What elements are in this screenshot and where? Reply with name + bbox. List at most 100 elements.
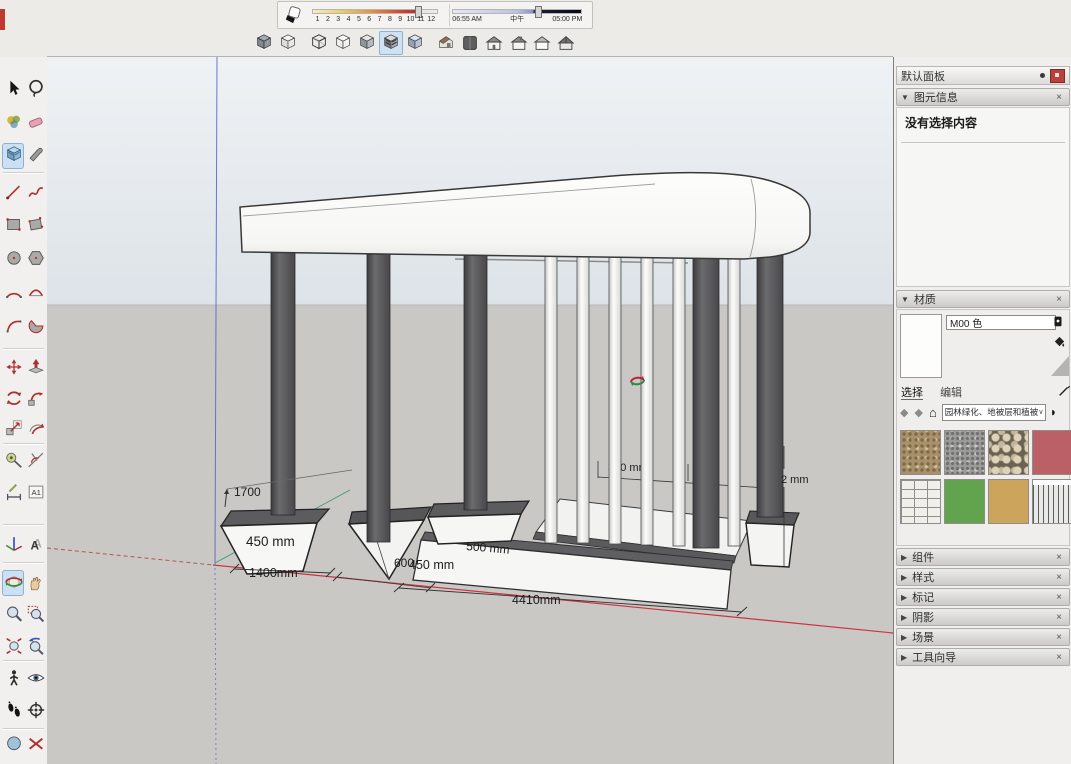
section-header-5[interactable]: ▶场景× [896,628,1070,646]
viewport-canvas[interactable]: 390 mm 1700 [47,57,893,764]
material-swatch-gravel-brown[interactable] [900,430,941,475]
create-material-button[interactable] [1050,314,1066,330]
tab-select[interactable]: 选择 [901,387,923,400]
circle-tool-button[interactable] [2,246,24,272]
3d-text-tool-button[interactable]: AA [24,532,46,558]
default-tray: 默认面板 ▼ 图元信息 × 没有选择内容 ▼ 材质 × [893,57,1071,764]
select-tool-button[interactable] [2,76,24,102]
style-shaded-button[interactable] [355,31,379,55]
axes-tool-button[interactable] [2,532,24,558]
shadow-date-slider[interactable]: 123456789101112 [310,4,441,26]
sample-paint-icon[interactable] [1057,384,1071,398]
look-around-tool-button[interactable] [24,666,46,692]
section-plane-tool-button[interactable] [2,734,24,760]
arc-tool-button[interactable] [2,280,24,306]
section-header-1[interactable]: ▶组件× [896,548,1070,566]
pan-tool-button[interactable] [24,570,46,596]
view-left-button[interactable] [554,31,578,55]
tray-close-button[interactable] [1050,69,1065,83]
edge-artifact-top [0,9,5,30]
paint-bucket-button[interactable] [1051,334,1067,350]
materials-header[interactable]: ▼ 材质 × [896,290,1070,308]
zoom-extents-tool-button[interactable] [2,634,24,660]
section-close-icon[interactable]: × [1053,592,1065,603]
section-close-icon[interactable]: × [1053,612,1065,623]
material-category-dropdown[interactable]: 园林绿化、地被层和植被 ∨ [942,404,1046,421]
rotate-tool-button[interactable] [2,386,24,412]
entity-info-header[interactable]: ▼ 图元信息 × [896,88,1070,106]
lasso-tool-button[interactable] [24,76,46,102]
freehand-tool-button[interactable] [24,180,46,206]
style-shaded-textures-button[interactable] [379,31,403,55]
view-front-button[interactable] [482,31,506,55]
two-point-arc-tool-button[interactable] [24,280,46,306]
follow-me-tool-button[interactable] [24,386,46,412]
push-pull-tool-button[interactable] [24,355,46,381]
material-name-input[interactable] [946,315,1056,330]
material-swatch-fence[interactable] [1032,479,1071,524]
paint-tool-button[interactable] [2,110,24,136]
axes-origin-tool-button[interactable] [24,698,46,724]
view-back-button[interactable] [530,31,554,55]
orbit-tool-button[interactable] [2,570,24,596]
dimension-450-left[interactable]: 450 mm [246,534,295,549]
style-back-edges-button[interactable] [276,31,300,55]
polygon-tool-button[interactable] [24,246,46,272]
style-hidden-line-button[interactable] [331,31,355,55]
material-swatch-pavers[interactable] [900,479,941,524]
time-labels: 06:55 AM 中午 05:00 PM [452,15,582,25]
section-close-icon[interactable]: × [1053,552,1065,563]
dimension-tool-button[interactable] [2,480,24,506]
section-close-icon[interactable]: × [1053,632,1065,643]
line-tool-button[interactable] [2,180,24,206]
position-camera-tool-button[interactable] [2,666,24,692]
tab-edit[interactable]: 编辑 [940,387,962,399]
view-iso-button[interactable] [434,31,458,55]
protractor-tool-button[interactable] [24,448,46,474]
hide-section-tool-button[interactable] [24,734,46,760]
material-swatch-rose[interactable] [1032,430,1071,475]
section-close-icon[interactable]: × [1053,652,1065,663]
soften-edges-tool-button[interactable] [24,143,46,169]
view-right-button[interactable] [506,31,530,55]
section-header-6[interactable]: ▶工具向导× [896,648,1070,666]
rotated-rectangle-tool-button[interactable] [24,212,46,238]
section-header-3[interactable]: ▶标记× [896,588,1070,606]
three-point-arc-tool-button[interactable] [2,314,24,340]
entity-info-close-icon[interactable]: × [1053,92,1065,103]
material-swatch-gravel-gray[interactable] [944,430,985,475]
zoom-window-tool-button[interactable] [24,602,46,628]
zoom-tool-button[interactable] [2,602,24,628]
tape-measure-tool-button[interactable] [2,448,24,474]
details-arrow-icon[interactable]: ◗ [1050,405,1057,419]
pie-tool-button[interactable] [24,314,46,340]
material-swatch-grass[interactable] [944,479,985,524]
style-xray-button[interactable] [252,31,276,55]
style-wireframe-button[interactable] [307,31,331,55]
tray-title-bar[interactable]: 默认面板 [896,66,1070,85]
style-monochrome-button[interactable] [403,31,427,55]
walk-tool-button[interactable] [2,698,24,724]
back-arrow-icon[interactable]: ◆ [900,406,908,419]
move-tool-button[interactable] [2,355,24,381]
section-header-4[interactable]: ▶阴影× [896,608,1070,626]
previous-view-tool-button[interactable] [24,634,46,660]
eraser-tool-button[interactable] [24,110,46,136]
pin-icon[interactable] [1040,73,1045,78]
view-top-button[interactable] [458,31,482,55]
home-icon[interactable]: ⌂ [929,405,937,420]
offset-tool-button[interactable] [24,416,46,442]
scale-tool-button[interactable] [2,416,24,442]
material-swatch-cobblestone[interactable] [988,430,1029,475]
forward-arrow-icon[interactable]: ◆ [914,406,922,419]
shadow-toggle-button[interactable] [281,4,306,26]
section-header-2[interactable]: ▶样式× [896,568,1070,586]
material-swatch-sand[interactable] [988,479,1029,524]
material-tool-button[interactable] [2,143,24,169]
rectangle-tool-button[interactable] [2,212,24,238]
materials-close-icon[interactable]: × [1053,294,1065,305]
shadow-time-slider[interactable]: 06:55 AM 中午 05:00 PM [449,4,592,26]
section-close-icon[interactable]: × [1053,572,1065,583]
text-tool-button[interactable]: A1 [24,480,46,506]
material-preview [900,314,942,378]
